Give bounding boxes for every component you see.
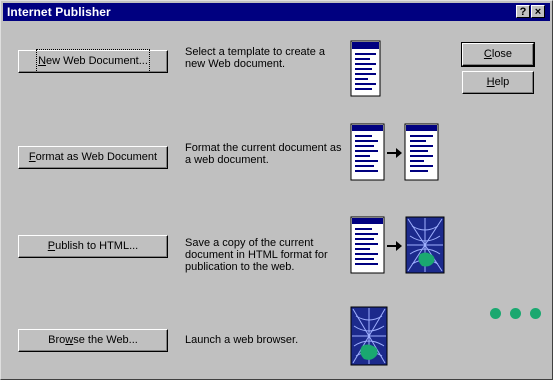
- document-icon: [350, 40, 381, 97]
- help-button[interactable]: Help: [462, 71, 534, 94]
- label-part: ormat as Web Document: [35, 151, 158, 163]
- dot: [530, 308, 541, 319]
- new-web-document-button[interactable]: New Web Document...: [18, 49, 168, 73]
- dialog-body: New Web Document... Select a template to…: [3, 23, 550, 377]
- mnemonic: C: [483, 48, 492, 60]
- close-title-button[interactable]: ×: [531, 5, 545, 18]
- close-label: Close: [484, 44, 512, 64]
- web-spider-icon: [350, 306, 388, 366]
- format-as-web-document-description: Format the current document as a web doc…: [185, 142, 342, 166]
- label-part: ublish to HTML...: [55, 240, 139, 252]
- dot: [510, 308, 521, 319]
- mnemonic: N: [38, 55, 47, 67]
- window-title: Internet Publisher: [7, 5, 111, 19]
- document-to-web-icon: [350, 216, 445, 274]
- browse-the-web-button[interactable]: Browse the Web...: [18, 329, 168, 352]
- label-part: lose: [491, 48, 513, 60]
- title-bar[interactable]: Internet Publisher ? ×: [3, 3, 550, 21]
- help-label: Help: [487, 72, 510, 92]
- help-title-button[interactable]: ?: [516, 5, 530, 18]
- mnemonic: H: [486, 76, 495, 88]
- publish-to-html-label: Publish to HTML...: [48, 236, 138, 256]
- mnemonic: F: [28, 151, 36, 163]
- label-part: elp: [494, 76, 510, 88]
- dot: [490, 308, 501, 319]
- document-to-webdoc-icon: [350, 123, 439, 181]
- label-part: ew Web Document...: [46, 55, 148, 67]
- new-web-document-label: New Web Document...: [36, 49, 150, 73]
- close-button[interactable]: Close: [461, 42, 535, 67]
- publish-to-html-description: Save a copy of the current document in H…: [185, 237, 328, 273]
- format-as-web-document-button[interactable]: Format as Web Document: [18, 146, 168, 169]
- browse-the-web-description: Launch a web browser.: [185, 334, 299, 346]
- label-part: se the Web...: [73, 334, 138, 346]
- mnemonic: P: [47, 240, 56, 252]
- internet-publisher-dialog: Internet Publisher ? × New Web Document.…: [0, 0, 553, 380]
- new-web-document-description: Select a template to create a new Web do…: [185, 46, 326, 70]
- browse-the-web-label: Browse the Web...: [48, 330, 138, 350]
- label-part: Bro: [48, 334, 66, 346]
- publish-to-html-button[interactable]: Publish to HTML...: [18, 235, 168, 258]
- format-as-web-document-label: Format as Web Document: [29, 147, 157, 167]
